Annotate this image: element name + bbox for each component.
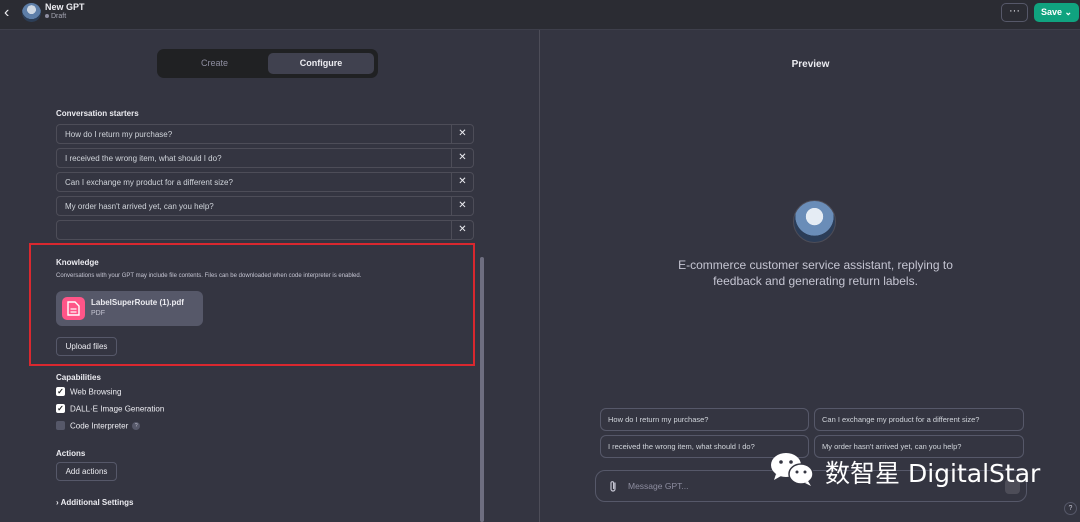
mode-tabs: Create Configure xyxy=(157,49,378,78)
status-text: Draft xyxy=(51,13,67,20)
tab-create[interactable]: Create xyxy=(161,53,268,74)
gpt-description: E-commerce customer service assistant, r… xyxy=(678,258,953,288)
capabilities-label: Capabilities xyxy=(56,373,101,382)
watermark-text: 数智星 DigitalStar xyxy=(825,459,1041,488)
starter-text: How do I return my purchase? xyxy=(65,130,173,139)
file-type: PDF xyxy=(91,310,105,317)
starter-chip[interactable]: How do I return my purchase? xyxy=(600,408,809,431)
starter-text: I received the wrong item, what should I… xyxy=(65,154,222,163)
knowledge-label: Knowledge xyxy=(56,258,99,267)
capability-web-browsing[interactable]: ✓ Web Browsing xyxy=(56,387,121,399)
conversation-starters-label: Conversation starters xyxy=(56,109,139,118)
checkbox-checked-icon[interactable]: ✓ xyxy=(56,387,65,397)
paperclip-icon[interactable] xyxy=(608,480,618,496)
starter-input[interactable]: How do I return my purchase? ✕ xyxy=(56,124,474,144)
additional-settings-toggle[interactable]: › Additional Settings xyxy=(56,498,133,507)
file-name: LabelSuperRoute (1).pdf xyxy=(91,298,184,307)
help-button[interactable]: ? xyxy=(1064,502,1077,515)
gpt-status: Draft xyxy=(45,13,66,20)
capability-code-interpreter[interactable]: Code Interpreter? xyxy=(56,421,141,433)
remove-starter-close-icon[interactable]: ✕ xyxy=(451,197,473,215)
capability-label: Web Browsing xyxy=(70,387,122,397)
starter-text: My order hasn't arrived yet, can you hel… xyxy=(65,202,214,211)
knowledge-description: Conversations with your GPT may include … xyxy=(56,273,362,279)
starter-input[interactable]: Can I exchange my product for a differen… xyxy=(56,172,474,192)
preview-title: Preview xyxy=(791,59,830,70)
back-chevron-icon[interactable]: ‹ xyxy=(4,5,16,21)
starter-input[interactable]: I received the wrong item, what should I… xyxy=(56,148,474,168)
checkbox-checked-icon[interactable]: ✓ xyxy=(56,404,65,414)
gpt-avatar xyxy=(22,3,41,22)
message-placeholder: Message GPT... xyxy=(628,481,689,491)
top-bar: ‹ New GPT Draft ··· Save ⌄ xyxy=(0,0,1080,30)
capability-label: Code Interpreter xyxy=(70,421,129,431)
remove-starter-close-icon[interactable]: ✕ xyxy=(451,125,473,143)
capability-dalle[interactable]: ✓ DALL·E Image Generation xyxy=(56,404,164,416)
starter-input[interactable]: My order hasn't arrived yet, can you hel… xyxy=(56,196,474,216)
status-dot-icon xyxy=(45,14,49,19)
capability-label: DALL·E Image Generation xyxy=(70,404,165,414)
help-icon[interactable]: ? xyxy=(132,421,141,430)
document-icon xyxy=(62,297,85,320)
starter-input-empty[interactable]: ✕ xyxy=(56,220,474,240)
remove-starter-close-icon[interactable]: ✕ xyxy=(451,149,473,167)
starter-chip[interactable]: Can I exchange my product for a differen… xyxy=(814,408,1024,431)
add-actions-button[interactable]: Add actions xyxy=(56,462,117,481)
checkbox-unchecked-icon[interactable] xyxy=(56,421,65,431)
actions-label: Actions xyxy=(56,449,86,458)
preview-avatar xyxy=(793,200,836,243)
upload-files-button[interactable]: Upload files xyxy=(56,337,117,356)
save-button[interactable]: Save ⌄ xyxy=(1034,3,1079,22)
starter-text: Can I exchange my product for a differen… xyxy=(65,178,233,187)
gpt-name: New GPT xyxy=(45,2,85,12)
remove-starter-close-icon[interactable]: ✕ xyxy=(451,173,473,191)
more-options-button[interactable]: ··· xyxy=(1001,3,1028,22)
scrollbar[interactable] xyxy=(480,257,484,522)
remove-starter-close-icon[interactable]: ✕ xyxy=(451,221,473,239)
wechat-logo-icon xyxy=(771,453,814,486)
configure-panel: Create Configure Conversation starters H… xyxy=(0,30,540,522)
tab-configure[interactable]: Configure xyxy=(268,53,374,74)
knowledge-file-card[interactable]: LabelSuperRoute (1).pdf PDF xyxy=(56,291,203,326)
